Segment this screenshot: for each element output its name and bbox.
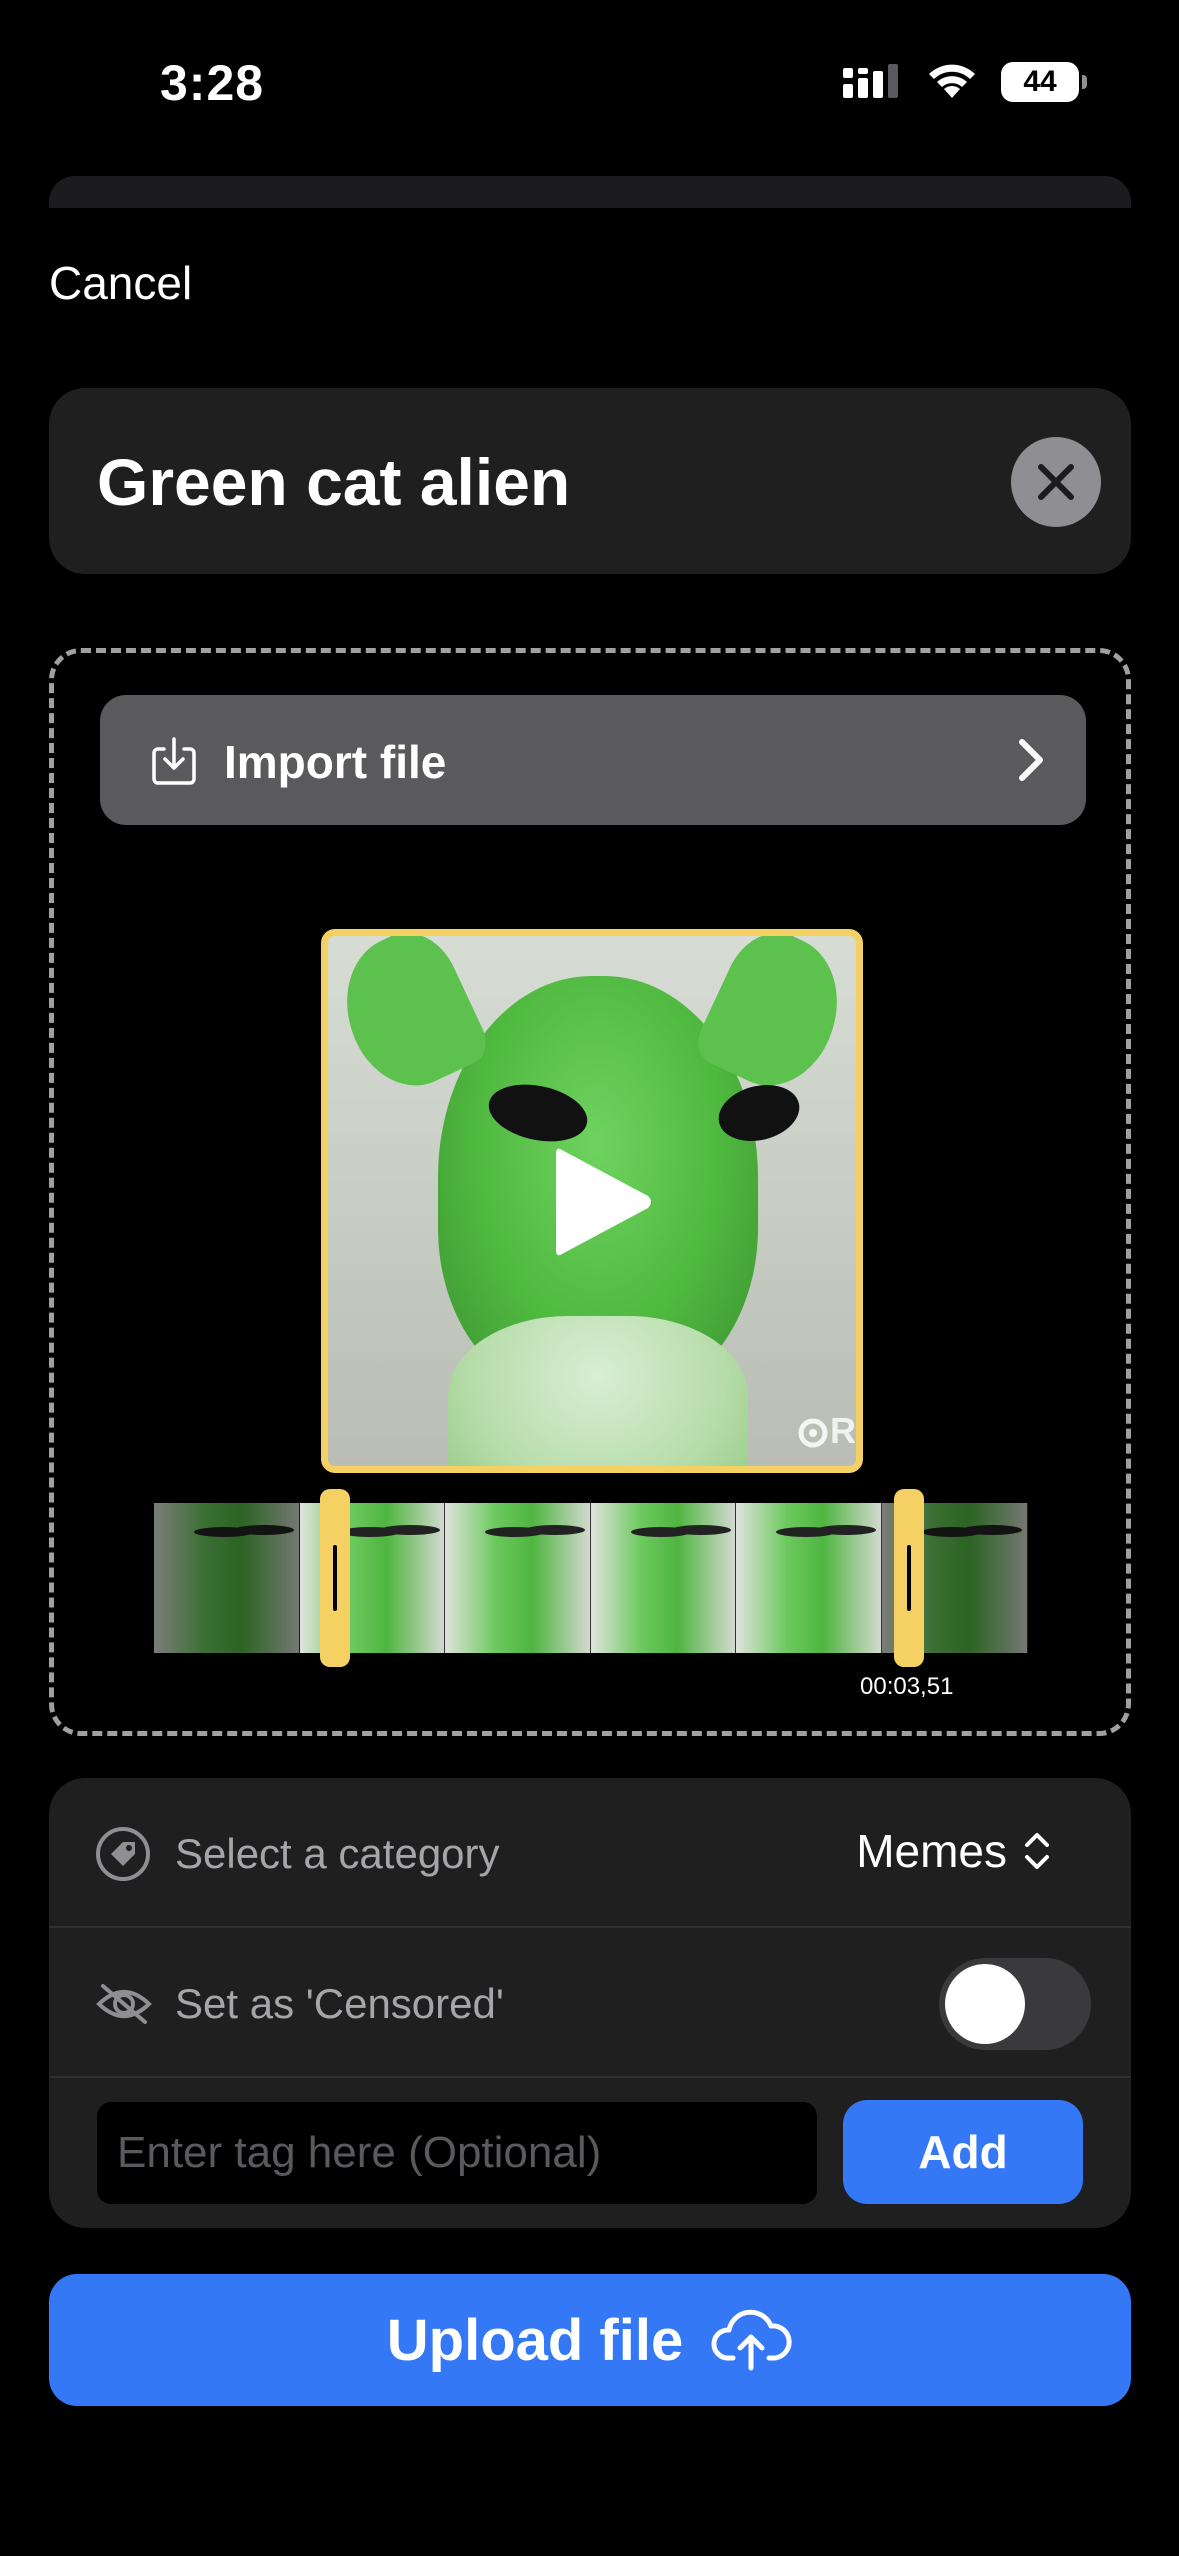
tag-input[interactable]	[97, 2102, 817, 2204]
background-sheet	[49, 176, 1131, 208]
tag-icon	[96, 1827, 150, 1881]
trim-end-time: 00:03,51	[860, 1673, 954, 1700]
filmstrip-frame	[154, 1503, 300, 1653]
cloud-upload-icon	[711, 2309, 792, 2371]
category-value: Memes	[856, 1825, 1007, 1877]
add-tag-button[interactable]: Add	[843, 2100, 1083, 2204]
category-label: Select a category	[175, 1830, 500, 1877]
close-icon	[1038, 464, 1074, 500]
upload-screen: 3:28 44 Cancel Green cat alien Import fi…	[0, 0, 1179, 2556]
video-preview[interactable]: R	[321, 929, 863, 1473]
title-field[interactable]: Green cat alien	[49, 388, 1131, 574]
censored-toggle[interactable]	[939, 1958, 1091, 2050]
status-icons: 44	[843, 62, 1087, 102]
wifi-icon	[929, 64, 975, 98]
filmstrip-frame	[590, 1503, 737, 1653]
battery-indicator: 44	[1001, 62, 1087, 102]
filmstrip-frame	[736, 1503, 882, 1653]
upload-file-button[interactable]: Upload file	[49, 2274, 1131, 2406]
media-drop-area: Import file R 00:03,51	[49, 648, 1131, 1736]
censored-row: Set as 'Censored'	[49, 1928, 1131, 2078]
chevron-up-down-icon	[1025, 1833, 1049, 1869]
thumbnail-body	[448, 1316, 748, 1466]
video-watermark: R	[796, 1410, 856, 1452]
trim-start-handle[interactable]	[320, 1489, 350, 1667]
filmstrip-frame	[445, 1503, 591, 1653]
import-file-button[interactable]: Import file	[100, 695, 1086, 825]
category-select[interactable]: Memes	[856, 1824, 1051, 1878]
import-download-icon	[152, 737, 196, 785]
status-time: 3:28	[160, 55, 265, 111]
trim-end-handle[interactable]	[894, 1489, 924, 1667]
import-file-label: Import file	[224, 736, 447, 788]
watermark-logo-icon	[798, 1418, 828, 1448]
toggle-knob	[945, 1964, 1025, 2044]
tag-row: Add	[49, 2078, 1131, 2228]
cancel-button[interactable]: Cancel	[49, 256, 192, 310]
clear-title-button[interactable]	[1011, 437, 1101, 527]
watermark-text: R	[830, 1410, 856, 1451]
title-value: Green cat alien	[97, 445, 571, 519]
upload-label: Upload file	[386, 2307, 684, 2373]
category-row[interactable]: Select a category Memes	[49, 1778, 1131, 1928]
chevron-right-icon	[1019, 739, 1043, 781]
options-card: Select a category Memes Set as 'Censored…	[49, 1778, 1131, 2228]
censored-label: Set as 'Censored'	[175, 1980, 504, 2027]
cellular-signal-icon	[843, 64, 898, 98]
play-icon[interactable]	[548, 1142, 658, 1262]
eye-slash-icon	[96, 1984, 152, 2024]
